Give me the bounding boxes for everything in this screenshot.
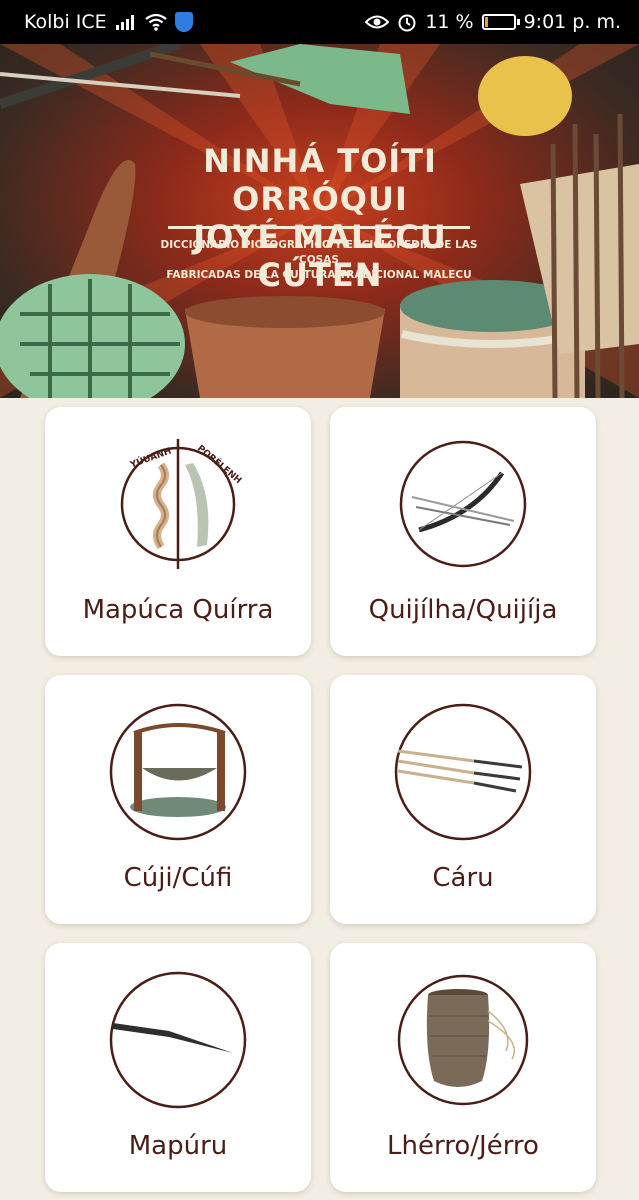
rope-fiber-icon: YÚUANH PORÉLENH [120, 439, 244, 569]
shield-icon [174, 12, 193, 32]
category-card-quijilha-quijija[interactable]: Quijílha/Quijíja [330, 407, 596, 656]
category-card-label: Cáru [432, 863, 494, 893]
arrows-icon [394, 703, 532, 841]
bow-arrow-icon [399, 440, 527, 568]
category-grid: YÚUANH PORÉLENH Mapúca Quírra Quijílha/Q… [45, 407, 596, 1192]
battery-icon [481, 14, 520, 30]
category-card-caru[interactable]: Cáru [330, 675, 596, 924]
category-card-cuji-cufi[interactable]: Cúji/Cúfi [45, 675, 311, 924]
status-bar: Kolbi ICE 11 % 9:01 p. m. [0, 0, 639, 44]
spear-point-icon [109, 971, 247, 1109]
category-card-lherro-jerro[interactable]: Lhérro/Jérro [330, 943, 596, 1192]
category-card-label: Mapúca Quírra [82, 595, 274, 625]
carrier-label: Kolbi ICE [24, 11, 107, 33]
banner-title-line1: NINHÁ TOÍTI ORRÓQUI [203, 142, 437, 218]
category-card-label: Quijílha/Quijíja [368, 595, 558, 625]
clock: 9:01 p. m. [523, 11, 621, 33]
battery-percent: 11 % [425, 11, 474, 33]
eye-icon [365, 14, 390, 30]
hammock-frame-icon [109, 703, 247, 841]
banner-subtitle: DICCIONARIO PICTOGRÁFICO Y ENCICLOPEDIA … [160, 238, 478, 283]
category-card-label: Lhérro/Jérro [387, 1131, 539, 1161]
category-card-label: Mapúru [128, 1131, 228, 1161]
woven-bag-icon [397, 974, 529, 1106]
wifi-icon [144, 13, 167, 31]
alarm-icon [397, 12, 417, 32]
banner-subtitle-line1: DICCIONARIO PICTOGRÁFICO Y ENCICLOPEDIA … [160, 239, 478, 266]
category-card-mapuca-quirra[interactable]: YÚUANH PORÉLENH Mapúca Quírra [45, 407, 311, 656]
signal-icon [115, 14, 137, 30]
banner-subtitle-line2: FABRICADAS DE LA CULTURA TRADICIONAL MAL… [166, 269, 472, 281]
category-card-mapuru[interactable]: Mapúru [45, 943, 311, 1192]
banner-divider [168, 226, 470, 229]
header-banner: NINHÁ TOÍTI ORRÓQUI JOYÉ MALÉCU CÚTEN DI… [0, 44, 639, 398]
category-card-label: Cúji/Cúfi [123, 863, 233, 893]
